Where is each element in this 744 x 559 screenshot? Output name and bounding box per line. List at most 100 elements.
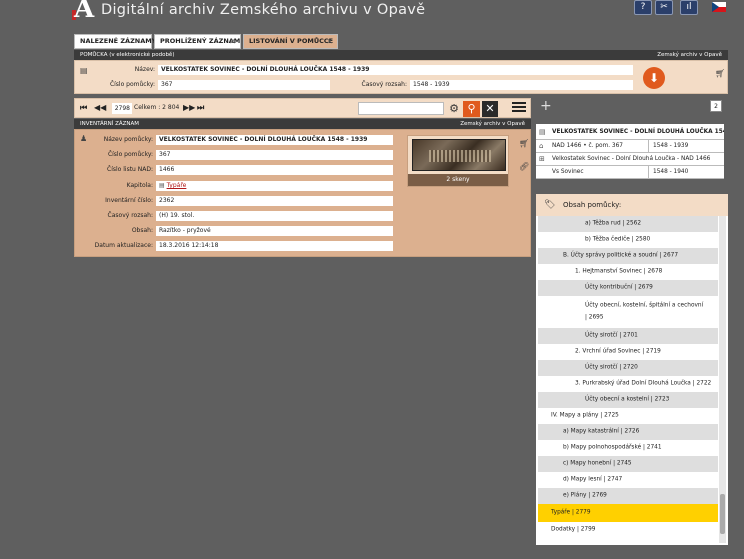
chapter-icon: ▤ [159, 182, 167, 189]
tree-item[interactable]: Účty obecní a kostelní | 2723 [538, 392, 718, 408]
tree-item[interactable]: c) Mapy honební | 2745 [538, 456, 718, 472]
aid-range-value: 1548 - 1939 [410, 80, 633, 90]
aid-contents-panel: 🏷︎ Obsah pomůcky: a) Těžba rud | 2562 b)… [536, 194, 728, 545]
document-icon: ▤ [80, 66, 88, 75]
list-item[interactable]: ▤ VELKOSTATEK SOVINEC - DOLNÍ DLOUHÁ LOU… [536, 124, 724, 140]
inventory-record-header: INVENTÁRNÍ ZÁZNAM Zemský archiv v Opavě [74, 119, 531, 129]
total-count: Celkem : 2 804 [134, 104, 180, 111]
tree-item[interactable]: 1. Hejtmanství Sovinec | 2678 [538, 264, 718, 280]
tag-icon: ⌂ [539, 142, 544, 150]
document-icon: ▤ [539, 128, 546, 136]
search-input[interactable] [358, 102, 444, 115]
tree-item[interactable]: b) Těžba čediče | 2580 [538, 232, 718, 248]
menu-icon[interactable] [512, 102, 526, 116]
tree-item[interactable]: d) Mapy lesní | 2747 [538, 472, 718, 488]
prev-page-icon[interactable]: ◀◀ [94, 103, 106, 112]
tab-label: NALEZENÉ ZÁZNAMY [80, 37, 157, 45]
tree-item[interactable]: 3. Purkrabský úřad Dolní Dlouhá Loučka |… [538, 376, 718, 392]
tree-item[interactable]: IV. Mapy a plány | 2725 [538, 408, 718, 424]
scan-thumbnail[interactable]: 2 skeny [407, 135, 509, 187]
tree-item[interactable]: b) Mapy polnohospodářské | 2741 [538, 440, 718, 456]
cart-icon[interactable]: 🛒︎ [519, 139, 529, 148]
aid-panel-header: POMŮCKA (v elektronické podobě) Zemský a… [74, 50, 728, 60]
aid-name-value: VELKOSTATEK SOVINEC - DOLNÍ DLOUHÁ LOUČK… [158, 65, 633, 75]
record-title: VELKOSTATEK SOVINEC - DOLNÍ DLOUHÁ LOUČK… [552, 129, 724, 135]
first-page-icon[interactable]: ⏮ [80, 103, 87, 113]
aid-name-label: Název: [134, 66, 155, 73]
tab-viewed-record[interactable]: PROHLÍŽENÝ ZÁZNAM ✕ [154, 34, 241, 49]
tree-item[interactable]: a) Mapy katastrální | 2726 [538, 424, 718, 440]
tree-icon: ⊞ [539, 155, 545, 163]
tab-browse-aid[interactable]: LISTOVÁNÍ V POMŮCCE ✕ [243, 34, 338, 49]
nad-number-value: 1466 [156, 165, 393, 175]
gear-icon[interactable]: ⚙ [447, 102, 461, 116]
list-item[interactable]: ⌂ NAD 1466 • č. pom. 367 1548 - 1939 [536, 140, 724, 153]
list-item[interactable]: Vs Sovinec 1548 - 1940 [536, 166, 724, 179]
clear-search-button[interactable]: ✕ [482, 101, 498, 117]
aid-number-value: 367 [158, 80, 330, 90]
record-nad: NAD 1466 • č. pom. 367 [552, 143, 623, 149]
inventory-header-title: INVENTÁRNÍ ZÁZNAM [80, 121, 140, 127]
record-fond: Velkostatek Sovinec - Dolní Dlouhá Loučk… [552, 156, 711, 162]
close-icon[interactable]: ✕ [229, 35, 236, 48]
tab-label: LISTOVÁNÍ V POMŮCCE [249, 37, 334, 45]
archive-logo[interactable]: A [72, 0, 96, 22]
tag-icon: 🏷︎ [544, 200, 556, 210]
tree-item[interactable]: e) Plány | 2769 [538, 488, 718, 504]
record-count-badge: 2 [710, 100, 722, 112]
next-page-icon[interactable]: ▶▶ [183, 103, 195, 112]
tree-item[interactable]: Účty kontribuční | 2679 [538, 280, 718, 296]
aid-header-archive: Zemský archiv v Opavě [657, 52, 722, 58]
help-icon[interactable]: ? [634, 0, 652, 15]
tree-item[interactable]: Dodatky | 2799 [538, 522, 718, 538]
inventory-record-panel: ♟ Název pomůcky: VELKOSTATEK SOVINEC - D… [74, 129, 531, 257]
scan-image[interactable] [412, 139, 506, 171]
field-label: Název pomůcky: [103, 136, 153, 143]
app-title[interactable]: Digitální archiv Zemského archivu v Opav… [101, 2, 425, 18]
field-label: Časový rozsah: [107, 212, 153, 219]
close-icon[interactable]: ✕ [326, 35, 333, 48]
tree-item[interactable]: B. Účty správy politické a soudní | 2677 [538, 248, 718, 264]
chapter-link[interactable]: Typáře [167, 182, 187, 189]
download-button[interactable]: ⬇ [643, 67, 665, 89]
tree-item[interactable]: 2. Vrchní úřad Sovinec | 2719 [538, 344, 718, 360]
tools-icon[interactable]: ✂ [655, 0, 673, 15]
page-number-input[interactable]: 2798 [112, 103, 132, 114]
aid-number-value: 367 [156, 150, 393, 160]
tree-item[interactable]: Účty sirotčí | 2701 [538, 328, 718, 344]
cart-icon[interactable]: 🛒︎ [715, 69, 725, 78]
related-records-list: ▤ VELKOSTATEK SOVINEC - DOLNÍ DLOUHÁ LOU… [536, 124, 724, 179]
content-value: Razítko - pryžové [156, 226, 393, 236]
tree-item-selected[interactable]: Typáře | 2779 [538, 504, 718, 522]
search-button[interactable]: ⚲ [463, 101, 480, 117]
link-icon[interactable]: 🔗︎ [519, 162, 529, 171]
field-label: Datum aktualizace: [94, 242, 153, 249]
aid-header-title: POMŮCKA (v elektronické podobě) [80, 52, 175, 58]
list-item[interactable]: ⊞ Velkostatek Sovinec - Dolní Dlouhá Lou… [536, 153, 724, 166]
field-label: Obsah: [131, 227, 153, 234]
inventory-number-value: 2362 [156, 196, 393, 206]
aid-range-label: Časový rozsah: [361, 81, 407, 88]
add-icon[interactable]: + [540, 99, 552, 113]
record-range: 1548 - 1939 [648, 140, 688, 152]
contents-tree: a) Těžba rud | 2562 b) Těžba čediče | 25… [538, 216, 718, 543]
stats-icon[interactable]: ıl [680, 0, 698, 15]
inventory-header-archive: Zemský archiv v Opavě [460, 121, 525, 127]
logo-letter: A [74, 0, 95, 24]
update-date-value: 18.3.2016 12:14:18 [156, 241, 393, 251]
contents-title: Obsah pomůcky: [563, 201, 622, 209]
field-label: Inventární číslo: [105, 197, 153, 204]
chapter-value: ▤ Typáře [156, 181, 393, 191]
record-navigation: ⏮ ◀◀ 2798 Celkem : 2 804 ▶▶ ⏭ ⚙ ⚲ ✕ [74, 98, 531, 118]
scan-count[interactable]: 2 skeny [408, 174, 508, 186]
tree-item[interactable]: a) Těžba rud | 2562 [538, 216, 718, 232]
tree-item[interactable]: Účty sirotčí | 2720 [538, 360, 718, 376]
czech-flag-icon[interactable] [712, 2, 726, 12]
scrollbar-thumb[interactable] [720, 494, 725, 534]
tab-found-records[interactable]: NALEZENÉ ZÁZNAMY [74, 34, 156, 49]
aid-panel: ▤ Název: VELKOSTATEK SOVINEC - DOLNÍ DLO… [74, 60, 728, 94]
aid-number-label: Číslo pomůcky: [109, 81, 155, 88]
tree-item[interactable]: Účty obecní, kostelní, špitální a cechov… [538, 296, 718, 328]
record-range: 1548 - 1940 [648, 166, 688, 178]
last-page-icon[interactable]: ⏭ [197, 103, 204, 113]
